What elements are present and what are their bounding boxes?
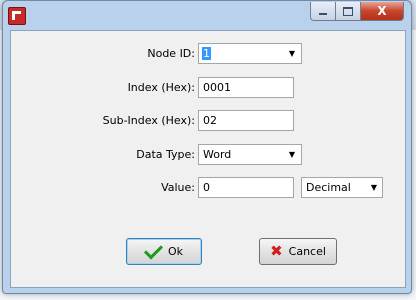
dropdown-arrow-icon[interactable]: ▼: [283, 145, 301, 164]
index-value: 0001: [203, 81, 231, 94]
node-id-row: Node ID: 1 ▼: [11, 43, 405, 65]
index-label: Index (Hex):: [127, 81, 195, 94]
index-input[interactable]: 0001: [198, 77, 294, 98]
dialog-client-area: Node ID: 1 ▼ Index (Hex): 0001 Sub-Index…: [10, 30, 406, 288]
cancel-button-label: Cancel: [288, 245, 326, 258]
datatype-combobox[interactable]: Word ▼: [198, 144, 302, 165]
subindex-input[interactable]: 02: [198, 110, 294, 131]
close-button[interactable]: X: [361, 2, 404, 21]
datatype-row: Data Type: Word ▼: [11, 144, 405, 166]
value-format-value: Decimal: [306, 181, 351, 194]
value-input[interactable]: 0: [198, 177, 294, 198]
cancel-button[interactable]: ✖ Cancel: [259, 238, 337, 265]
window-controls: X: [310, 2, 404, 21]
value-format-combobox[interactable]: Decimal ▼: [301, 177, 383, 198]
node-id-label: Node ID:: [147, 47, 195, 60]
title-bar[interactable]: X: [3, 1, 411, 30]
minimize-button[interactable]: [310, 2, 336, 21]
node-id-combobox[interactable]: 1 ▼: [198, 43, 302, 64]
subindex-label: Sub-Index (Hex):: [102, 114, 195, 127]
minimize-icon: [319, 13, 327, 15]
x-icon: ✖: [270, 242, 283, 260]
ok-button[interactable]: Ok: [126, 238, 202, 265]
index-row: Index (Hex): 0001: [11, 77, 405, 99]
datatype-value: Word: [203, 148, 232, 161]
value-label: Value:: [161, 181, 195, 194]
node-id-value: 1: [202, 47, 211, 60]
maximize-icon: [343, 6, 353, 16]
ok-button-label: Ok: [167, 245, 184, 258]
subindex-row: Sub-Index (Hex): 02: [11, 110, 405, 132]
datatype-label: Data Type:: [136, 148, 195, 161]
dialog-window: X Node ID: 1 ▼ Index (Hex): 0001 Sub-Ind…: [2, 0, 412, 294]
value-row: Value: 0 Decimal ▼: [11, 177, 405, 199]
app-icon[interactable]: [8, 7, 26, 25]
dropdown-arrow-icon[interactable]: ▼: [283, 44, 301, 63]
subindex-value: 02: [203, 114, 217, 127]
button-row: Ok ✖ Cancel: [11, 238, 405, 265]
dropdown-arrow-icon[interactable]: ▼: [366, 178, 382, 197]
maximize-button[interactable]: [336, 2, 361, 21]
close-icon: X: [377, 4, 387, 18]
checkmark-icon: [143, 240, 164, 260]
value-value: 0: [203, 181, 210, 194]
